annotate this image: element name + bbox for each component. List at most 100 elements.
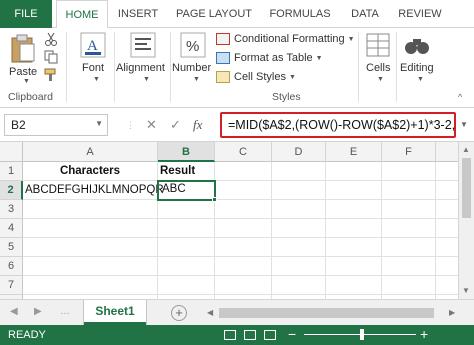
column-header-d[interactable]: D xyxy=(272,142,326,162)
grid-cell[interactable] xyxy=(158,238,215,257)
cell-styles-button[interactable]: Cell Styles ▼ xyxy=(216,68,296,86)
zoom-slider-knob[interactable] xyxy=(360,329,364,340)
grid-cell[interactable] xyxy=(215,257,272,276)
tab-data[interactable]: DATA xyxy=(342,0,388,28)
name-box[interactable]: B2 ▼ xyxy=(4,114,108,136)
grid-cell[interactable] xyxy=(215,238,272,257)
chevron-down-icon[interactable]: ▼ xyxy=(460,120,468,129)
row-header-2[interactable]: 2 xyxy=(0,181,23,200)
page-break-preview-icon[interactable] xyxy=(264,330,276,340)
copy-icon[interactable] xyxy=(44,50,58,64)
sheet-tab-sheet1[interactable]: Sheet1 xyxy=(84,300,146,325)
grid-cell[interactable] xyxy=(158,200,215,219)
grid-cell[interactable] xyxy=(326,219,382,238)
cell-a1[interactable]: Characters xyxy=(23,162,158,181)
cell-b1[interactable]: Result xyxy=(158,162,215,181)
grid-cell[interactable] xyxy=(23,238,158,257)
conditional-formatting-button[interactable]: Conditional Formatting ▼ xyxy=(216,30,355,48)
column-header-f[interactable]: F xyxy=(382,142,436,162)
more-sheets-icon[interactable]: … xyxy=(60,306,70,317)
paste-button[interactable]: Paste ▼ xyxy=(6,32,40,85)
number-button[interactable]: % Number ▼ xyxy=(172,32,214,88)
grid-cell[interactable] xyxy=(326,238,382,257)
grid-cell[interactable] xyxy=(272,219,326,238)
grid-cell[interactable] xyxy=(23,200,158,219)
grid-cell[interactable] xyxy=(326,181,382,200)
grid-cell[interactable] xyxy=(23,257,158,276)
zoom-out-button[interactable]: − xyxy=(288,326,296,342)
cut-icon[interactable] xyxy=(44,32,58,46)
grid-cell[interactable] xyxy=(436,276,458,295)
grid-cell[interactable] xyxy=(382,238,436,257)
previous-sheet-icon[interactable]: ◀ xyxy=(10,306,18,317)
vertical-scrollbar[interactable]: ▲ ▼ xyxy=(458,142,474,299)
grid-cell[interactable] xyxy=(436,200,458,219)
font-button[interactable]: A Font ▼ xyxy=(74,32,112,88)
grid-cell[interactable] xyxy=(272,200,326,219)
scroll-left-icon[interactable]: ◀ xyxy=(207,308,213,317)
grid-cell[interactable] xyxy=(382,181,436,200)
grid-cell[interactable] xyxy=(326,162,382,181)
alignment-button[interactable]: Alignment ▼ xyxy=(116,32,170,88)
column-header-b[interactable]: B xyxy=(158,142,215,162)
cell-a2[interactable]: ABCDEFGHIJKLMNOPQR xyxy=(23,181,164,200)
add-sheet-button[interactable]: + xyxy=(171,305,187,321)
collapse-ribbon-icon[interactable]: ^ xyxy=(458,92,462,102)
grid-cell[interactable] xyxy=(215,162,272,181)
scroll-right-icon[interactable]: ▶ xyxy=(449,308,455,317)
grid-cell[interactable] xyxy=(23,219,158,238)
horizontal-scroll-thumb[interactable] xyxy=(219,308,434,318)
grid-cell[interactable] xyxy=(326,200,382,219)
horizontal-scrollbar[interactable]: ◀ ▶ xyxy=(205,306,460,320)
grid-cell[interactable] xyxy=(272,257,326,276)
formula-input[interactable]: =MID($A$2,(ROW()-ROW($A$2)+1)*3-2,3) xyxy=(220,112,456,138)
grid-cell[interactable] xyxy=(436,257,458,276)
grid-cell[interactable] xyxy=(215,200,272,219)
row-header-4[interactable]: 4 xyxy=(0,219,23,238)
grid-cell[interactable] xyxy=(272,181,326,200)
grid-cell[interactable] xyxy=(158,219,215,238)
grid-cell[interactable] xyxy=(382,276,436,295)
next-sheet-icon[interactable]: ▶ xyxy=(34,306,42,317)
grid-cell[interactable] xyxy=(272,276,326,295)
grid-cell[interactable] xyxy=(436,181,458,200)
grid-cell[interactable] xyxy=(382,200,436,219)
cell-b2[interactable]: ABC xyxy=(157,180,216,201)
tab-insert[interactable]: INSERT xyxy=(112,0,164,28)
scroll-down-icon[interactable]: ▼ xyxy=(462,286,470,295)
select-all-corner[interactable] xyxy=(0,142,23,162)
grid-cell[interactable] xyxy=(158,276,215,295)
enter-icon[interactable]: ✓ xyxy=(170,117,181,133)
cells-button[interactable]: Cells ▼ xyxy=(362,32,394,88)
cancel-icon[interactable]: ✕ xyxy=(146,117,157,133)
row-header-6[interactable]: 6 xyxy=(0,257,23,276)
row-header-7[interactable]: 7 xyxy=(0,276,23,295)
tab-home[interactable]: HOME xyxy=(56,0,108,29)
scroll-up-icon[interactable]: ▲ xyxy=(462,145,470,154)
page-layout-view-icon[interactable] xyxy=(244,330,256,340)
grid-cell[interactable] xyxy=(326,276,382,295)
grid-cell[interactable] xyxy=(436,238,458,257)
vertical-scroll-thumb[interactable] xyxy=(462,158,471,218)
grid-cell[interactable] xyxy=(382,257,436,276)
grid-cell[interactable] xyxy=(436,162,458,181)
tab-review[interactable]: REVIEW xyxy=(392,0,448,28)
grid-cell[interactable] xyxy=(436,219,458,238)
normal-view-icon[interactable] xyxy=(224,330,236,340)
format-painter-icon[interactable] xyxy=(44,68,58,82)
row-header-3[interactable]: 3 xyxy=(0,200,23,219)
row-header-5[interactable]: 5 xyxy=(0,238,23,257)
grid-cell[interactable] xyxy=(158,257,215,276)
grid-cell[interactable] xyxy=(23,276,158,295)
grid-cell[interactable] xyxy=(215,219,272,238)
column-header-a[interactable]: A xyxy=(23,142,158,162)
tab-file[interactable]: FILE xyxy=(0,0,52,28)
column-header-e[interactable]: E xyxy=(326,142,382,162)
row-header-1[interactable]: 1 xyxy=(0,162,23,181)
grid-cell[interactable] xyxy=(215,276,272,295)
tab-page-layout[interactable]: PAGE LAYOUT xyxy=(170,0,258,28)
column-header-c[interactable]: C xyxy=(215,142,272,162)
fill-handle[interactable] xyxy=(212,197,217,202)
insert-function-icon[interactable]: fx xyxy=(193,117,202,133)
grid-cell[interactable] xyxy=(382,162,436,181)
